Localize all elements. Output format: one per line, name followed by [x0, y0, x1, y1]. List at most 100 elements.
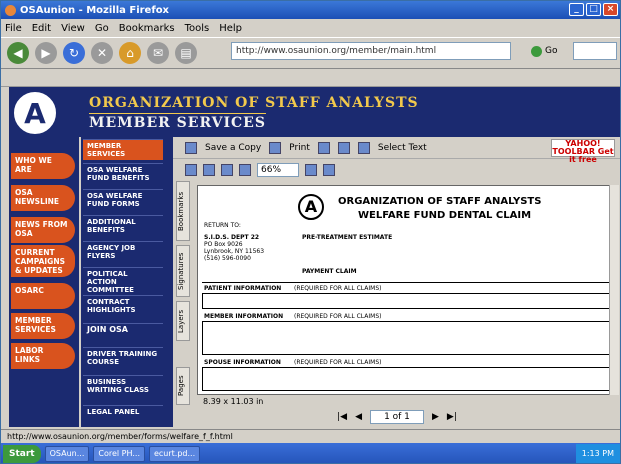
doc-address-1: S.I.D.S. DEPT 22	[204, 234, 260, 241]
doc-spouse-req: (REQUIRED FOR ALL CLAIMS)	[294, 359, 382, 366]
menu-edit[interactable]: Edit	[32, 23, 51, 34]
doc-member-info: MEMBER INFORMATION	[204, 313, 284, 320]
home-icon[interactable]: ⌂	[119, 42, 141, 64]
secondary-nav: MEMBER SERVICES OSA WELFARE FUND BENEFIT…	[81, 137, 173, 427]
close-button[interactable]: ×	[603, 3, 618, 16]
next-page-icon[interactable]: ▶	[432, 412, 439, 422]
tab-signatures[interactable]: Signatures	[176, 245, 190, 297]
prev-page-icon[interactable]: ◀	[355, 412, 362, 422]
primary-nav: WHO WE ARE OSA NEWSLINE NEWS FROM OSA CU…	[9, 137, 79, 427]
doc-patient-box	[202, 293, 610, 309]
zoom-in-icon[interactable]	[185, 164, 197, 176]
menu-file[interactable]: File	[5, 23, 22, 34]
taskbar-item-pdf[interactable]: ecurt.pd...	[148, 446, 201, 462]
page-number-field[interactable]: 1 of 1	[370, 410, 424, 424]
start-button[interactable]: Start	[3, 445, 41, 463]
doc-address-2: PO Box 9026	[204, 241, 243, 248]
doc-address-4: (516) 596-0090	[204, 255, 251, 262]
pdf-scrollbar[interactable]	[609, 185, 619, 395]
doc-spouse-info: SPOUSE INFORMATION	[204, 359, 281, 366]
window-title: OSAunion - Mozilla Firefox	[20, 4, 170, 16]
menu-tools[interactable]: Tools	[185, 23, 210, 34]
rotate-icon[interactable]	[323, 164, 335, 176]
back-icon[interactable]: ◀	[7, 42, 29, 64]
nav-osa-newsline[interactable]: OSA NEWSLINE	[11, 185, 75, 211]
print-icon	[269, 141, 282, 154]
hand-tool-icon[interactable]	[357, 141, 370, 154]
nav-labor-links[interactable]: LABOR LINKS	[11, 343, 75, 369]
subnav-driver-training[interactable]: DRIVER TRAINING COURSE	[83, 347, 163, 368]
minimize-button[interactable]: _	[569, 3, 584, 16]
zoom-field[interactable]: 66%	[257, 163, 299, 177]
fit-width-icon[interactable]	[221, 164, 233, 176]
print-icon[interactable]: ▤	[175, 42, 197, 64]
menu-go[interactable]: Go	[95, 23, 109, 34]
doc-patient-info: PATIENT INFORMATION	[204, 285, 282, 292]
email-icon[interactable]	[317, 141, 330, 154]
zoom-plus-icon[interactable]	[305, 164, 317, 176]
subnav-political-action[interactable]: POLITICAL ACTION COMMITTEE	[83, 267, 163, 296]
subnav-additional-benefits[interactable]: ADDITIONAL BENEFITS	[83, 215, 163, 236]
site-header: A ORGANIZATION OF STAFF ANALYSTS MEMBER …	[9, 87, 620, 137]
stop-icon[interactable]: ✕	[91, 42, 113, 64]
subnav-welfare-forms[interactable]: OSA WELFARE FUND FORMS	[83, 189, 163, 210]
menu-bookmarks[interactable]: Bookmarks	[119, 23, 175, 34]
doc-patient-req: (REQUIRED FOR ALL CLAIMS)	[294, 285, 382, 292]
subnav-agency-job-flyers[interactable]: AGENCY JOB FLYERS	[83, 241, 163, 262]
tab-layers[interactable]: Layers	[176, 301, 190, 341]
nav-who-we-are[interactable]: WHO WE ARE	[11, 153, 75, 179]
subnav-join-osa[interactable]: JOIN OSA	[83, 323, 163, 336]
doc-pre-treatment: PRE-TREATMENT ESTIMATE	[302, 234, 393, 241]
pdf-toolbar-top: Save a Copy Print Select Text YAHOO! TOO…	[173, 137, 620, 164]
doc-address-3: Lynbrook, NY 11563	[204, 248, 265, 255]
nav-member-services[interactable]: MEMBER SERVICES	[11, 313, 75, 339]
osa-logo[interactable]: A	[11, 89, 59, 137]
pdf-document[interactable]: A ORGANIZATION OF STAFF ANALYSTS WELFARE…	[197, 185, 615, 395]
search-icon[interactable]	[337, 141, 350, 154]
forward-icon[interactable]: ▶	[35, 42, 57, 64]
nav-osarc[interactable]: OSARC	[11, 283, 75, 309]
go-button[interactable]: Go	[531, 42, 571, 60]
menu-help[interactable]: Help	[219, 23, 242, 34]
zoom-out-icon[interactable]	[239, 164, 251, 176]
print-button[interactable]: Print	[289, 143, 310, 153]
menu-view[interactable]: View	[61, 23, 85, 34]
search-input[interactable]	[573, 42, 617, 60]
pdf-side-tabs: Bookmarks Signatures Layers Pages	[175, 181, 191, 411]
system-tray-clock: 1:13 PM	[575, 444, 620, 463]
page-icon[interactable]	[203, 164, 215, 176]
page-title: MEMBER SERVICES	[89, 113, 266, 131]
maximize-button[interactable]: □	[586, 3, 601, 16]
taskbar: Start OSAun... Corel PH... ecurt.pd... 1…	[1, 443, 620, 463]
subnav-legal-panel[interactable]: LEGAL PANEL	[83, 405, 163, 418]
taskbar-item-osaunion[interactable]: OSAun...	[44, 446, 90, 462]
subnav-contract-highlights[interactable]: CONTRACT HIGHLIGHTS	[83, 295, 163, 316]
doc-org-title: ORGANIZATION OF STAFF ANALYSTS	[338, 196, 542, 207]
pdf-viewer: Save a Copy Print Select Text YAHOO! TOO…	[173, 137, 620, 427]
doc-member-box	[202, 321, 610, 355]
subnav-member-services[interactable]: MEMBER SERVICES	[83, 139, 163, 160]
tab-bookmarks[interactable]: Bookmarks	[176, 181, 190, 241]
yahoo-toolbar-ad[interactable]: YAHOO! TOOLBAR Get it free	[551, 139, 615, 164]
nav-news-from-osa[interactable]: NEWS FROM OSA	[11, 217, 75, 243]
page-size: 8.39 x 11.03 in	[203, 396, 264, 406]
url-bar[interactable]: http://www.osaunion.org/member/main.html	[231, 42, 511, 60]
doc-claim-title: WELFARE FUND DENTAL CLAIM	[358, 210, 532, 221]
firefox-icon	[5, 4, 16, 16]
subnav-business-writing[interactable]: BUSINESS WRITING CLASS	[83, 375, 163, 396]
save-icon	[185, 141, 197, 154]
doc-return-to: RETURN TO:	[204, 222, 241, 229]
reload-icon[interactable]: ↻	[63, 42, 85, 64]
select-text-button[interactable]: Select Text	[378, 143, 427, 153]
nav-current-campaigns[interactable]: CURRENT CAMPAIGNS & UPDATES	[11, 245, 75, 277]
status-bar: http://www.osaunion.org/member/forms/wel…	[1, 429, 620, 443]
go-label: Go	[545, 46, 558, 56]
last-page-icon[interactable]: ▶|	[447, 412, 457, 422]
doc-rule	[202, 282, 610, 283]
mail-icon[interactable]: ✉	[147, 42, 169, 64]
save-copy-button[interactable]: Save a Copy	[205, 143, 261, 153]
doc-payment-claim: PAYMENT CLAIM	[302, 268, 357, 275]
subnav-welfare-benefits[interactable]: OSA WELFARE FUND BENEFITS	[83, 163, 163, 184]
taskbar-item-corel[interactable]: Corel PH...	[93, 446, 145, 462]
first-page-icon[interactable]: |◀	[337, 412, 347, 422]
